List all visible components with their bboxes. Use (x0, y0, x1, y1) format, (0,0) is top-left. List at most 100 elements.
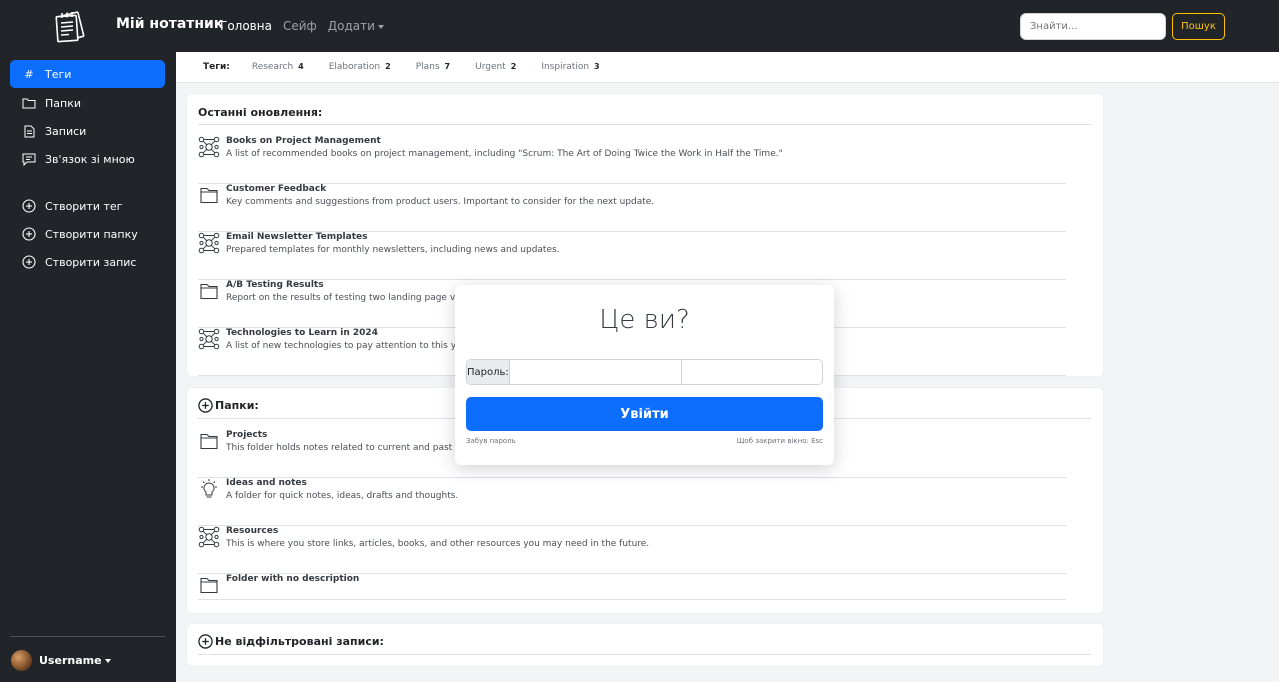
recent-updates-title: Останні оновлення: (198, 106, 323, 119)
list-item[interactable]: Resources This is where you store links,… (198, 526, 1066, 574)
tag-name: Urgent (475, 62, 506, 72)
item-description: A list of recommended books on project m… (226, 149, 783, 159)
search-input[interactable] (1020, 13, 1166, 40)
list-item[interactable]: Customer Feedback Key comments and sugge… (198, 184, 1066, 232)
folder-icon (22, 96, 36, 110)
password-group: Пароль: (466, 359, 823, 385)
sidebar-item-folders[interactable]: Папки (10, 89, 165, 117)
sidebar-item-label: Створити запис (45, 255, 137, 269)
tag-count: 7 (444, 62, 451, 71)
card-divider (198, 124, 1091, 125)
list-item[interactable]: Folder with no description (198, 574, 1066, 600)
plus-circle-icon (22, 199, 36, 213)
nav-add-label: Додати (327, 19, 375, 33)
sidebar-item-label: Записи (45, 124, 87, 138)
list-item[interactable]: Ideas and notes A folder for quick notes… (198, 478, 1066, 526)
tags-label: Теги: (203, 62, 230, 72)
password-digit-1[interactable] (509, 360, 682, 384)
item-description: Key comments and suggestions from produc… (226, 197, 655, 207)
folder-icon (198, 280, 220, 302)
network-icon (198, 136, 220, 158)
nav-safe[interactable]: Сейф (283, 19, 317, 33)
tags-bar: Теги: Research 4 Elaboration 2 Plans 7 Urge… (176, 52, 1279, 83)
folders-title-row: Папки: (198, 398, 259, 413)
chevron-down-icon (377, 24, 384, 29)
tag-inspiration[interactable]: Inspiration 3 (541, 62, 599, 72)
tag-count: 3 (594, 62, 600, 71)
nav-links: Головна Сейф Додати (220, 19, 384, 33)
brand-title[interactable]: Мій нотатник (116, 16, 223, 32)
notebook-logo-icon[interactable] (52, 9, 88, 43)
list-item[interactable]: Email Newsletter Templates Prepared temp… (198, 232, 1066, 280)
item-title[interactable]: Email Newsletter Templates (226, 232, 367, 242)
sidebar-item-create-folder[interactable]: Створити папку (10, 220, 165, 248)
item-title[interactable]: Folder with no description (226, 574, 359, 584)
sidebar-item-tags[interactable]: # Теги (10, 60, 165, 88)
tag-name: Elaboration (328, 62, 381, 72)
sidebar-item-notes[interactable]: Записи (10, 117, 165, 145)
tag-count: 2 (510, 62, 517, 71)
top-navbar: Мій нотатник Головна Сейф Додати Пошук (0, 0, 1279, 52)
folder-icon (198, 574, 220, 596)
nav-add-dropdown[interactable]: Додати (328, 19, 384, 33)
search-button[interactable]: Пошук (1172, 13, 1225, 40)
tag-plans[interactable]: Plans 7 (416, 62, 450, 72)
tag-research[interactable]: Research 4 (252, 62, 304, 72)
list-item[interactable]: Books on Project Management A list of re… (198, 136, 1066, 184)
tag-elaboration[interactable]: Elaboration 2 (329, 62, 391, 72)
network-icon (198, 232, 220, 254)
nav-home[interactable]: Головна (220, 19, 272, 33)
tag-name: Research (251, 62, 294, 72)
chat-icon (22, 152, 36, 166)
sidebar-item-label: Теги (45, 67, 72, 81)
item-title[interactable]: Projects (226, 430, 267, 440)
item-description: This is where you store links, articles,… (226, 539, 650, 549)
item-description: Prepared templates for monthly newslette… (226, 245, 560, 255)
sidebar-item-contact[interactable]: Зв'язок зі мною (10, 145, 165, 173)
sidebar: # Теги Папки Записи Зв'язок зі мною Ство… (0, 52, 176, 682)
network-icon (198, 526, 220, 548)
sidebar-item-create-note[interactable]: Створити запис (10, 248, 165, 276)
item-title[interactable]: Resources (226, 526, 278, 536)
username: Username (39, 654, 102, 667)
item-description: Report on the results of testing two lan… (226, 293, 465, 303)
tag-count: 4 (298, 62, 304, 71)
document-icon (22, 124, 36, 138)
sidebar-item-label: Створити папку (45, 227, 138, 241)
network-icon (198, 328, 220, 350)
card-divider (198, 654, 1091, 655)
hash-icon: # (24, 67, 34, 81)
tag-name: Plans (415, 62, 440, 72)
sidebar-item-label: Зв'язок зі мною (45, 152, 135, 166)
item-title[interactable]: Technologies to Learn in 2024 (226, 328, 378, 338)
plus-circle-icon[interactable] (198, 398, 213, 413)
tag-urgent[interactable]: Urgent 2 (475, 62, 516, 72)
forgot-password-link[interactable]: Забув пароль (466, 437, 516, 445)
folder-icon (198, 184, 220, 206)
avatar (11, 650, 32, 671)
plus-circle-icon (22, 227, 36, 241)
password-label: Пароль: (467, 360, 510, 384)
folders-title: Папки: (215, 399, 259, 412)
login-button[interactable]: Увійти (466, 397, 823, 431)
item-title[interactable]: A/B Testing Results (226, 280, 324, 290)
sidebar-divider (10, 636, 165, 637)
sidebar-item-label: Створити тег (45, 199, 123, 213)
tag-count: 2 (385, 62, 391, 71)
esc-hint: Щоб закрити вікно: Esc (736, 437, 823, 445)
item-title[interactable]: Ideas and notes (226, 478, 307, 488)
item-title[interactable]: Books on Project Management (226, 136, 381, 146)
password-digit-2[interactable] (681, 360, 822, 384)
tag-name: Inspiration (541, 62, 590, 72)
item-title[interactable]: Customer Feedback (226, 184, 326, 194)
plus-circle-icon[interactable] (198, 634, 213, 649)
sidebar-item-label: Папки (45, 96, 81, 110)
user-menu[interactable]: Username (11, 650, 111, 671)
item-description: This folder holds notes related to curre… (226, 443, 465, 453)
item-description: A list of new technologies to pay attent… (226, 341, 462, 351)
password-modal: Це ви? Пароль: Увійти Забув пароль Щоб з… (455, 285, 834, 465)
sidebar-item-create-tag[interactable]: Створити тег (10, 192, 165, 220)
folder-icon (198, 430, 220, 452)
modal-title: Це ви? (599, 305, 690, 335)
unfiltered-title: Не відфільтровані записи: (215, 635, 384, 648)
